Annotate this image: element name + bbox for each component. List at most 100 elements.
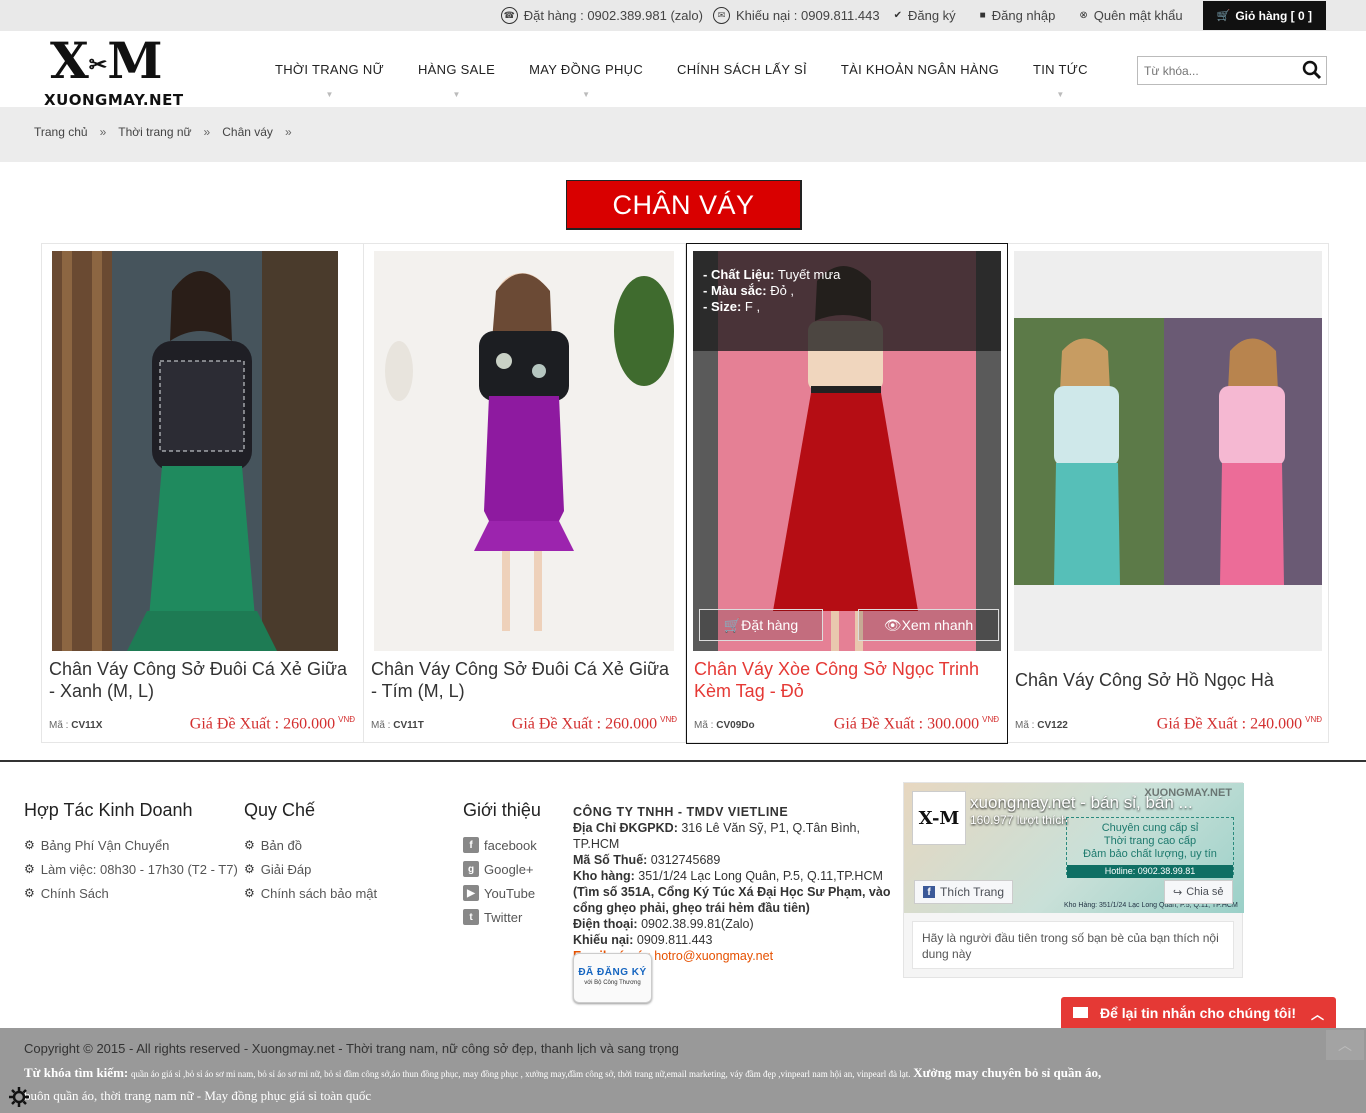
product-code: Mã : CV122: [1015, 720, 1068, 731]
facebook-page-logo[interactable]: X-M: [912, 791, 966, 845]
cart-button[interactable]: 🛒 Giỏ hàng [ 0 ]: [1202, 1, 1326, 30]
register-text: Đăng ký: [907, 8, 956, 23]
color-line: - Màu sắc: Đỏ ,: [703, 283, 795, 298]
search-icon[interactable]: [1302, 60, 1322, 80]
breadcrumb-separator: »: [99, 125, 107, 139]
product-name[interactable]: Chân Váy Công Sở Hồ Ngọc Hà: [1015, 669, 1323, 691]
search-keywords: Từ khóa tìm kiếm: quần áo giá sỉ ,bỏ sỉ …: [24, 1065, 1102, 1103]
chevron-down-icon: ▼: [325, 90, 334, 99]
nav-item-women-fashion[interactable]: THỜI TRANG NỮ ▼: [258, 31, 401, 107]
company-address: Địa Chỉ ĐKGPKD: 316 Lê Văn Sỹ, P1, Q.Tân…: [573, 821, 860, 851]
company-complaint: Khiếu nại: 0909.811.443: [573, 933, 713, 947]
google-plus-link[interactable]: g Google+: [463, 857, 541, 881]
chevron-up-icon: ︿: [1310, 1007, 1324, 1022]
page-title: CHÂN VÁY: [566, 180, 802, 230]
gear-icon: ⚙: [244, 862, 255, 876]
footer-link[interactable]: ⚙ Chính sách bảo mật: [244, 881, 377, 905]
product-card[interactable]: Chân Váy Công Sở Hồ Ngọc Hà Mã : CV122 G…: [1008, 244, 1330, 742]
product-card[interactable]: Chân Váy Công Sở Đuôi Cá Xẻ Giữa - Xanh …: [42, 244, 364, 742]
gear-icon: ⚙: [24, 862, 35, 876]
product-price: Giá Đề Xuất : 240.000 VNĐ: [1156, 715, 1322, 733]
breadcrumb-bar: Trang chủ » Thời trang nữ » Chân váy »: [0, 107, 1366, 162]
footer-col-social: Giới thiệu f facebook g Google+ ▶ YouTube t…: [463, 800, 541, 929]
product-image[interactable]: [52, 251, 338, 651]
nav-item-news[interactable]: TIN TỨC ▼: [1016, 31, 1105, 107]
footer-divider: [0, 760, 1366, 762]
register-link[interactable]: ✔ Đăng ký: [894, 8, 956, 23]
footer-col-business: Hợp Tác Kinh Doanh ⚙ Bảng Phí Vận Chuyển …: [24, 800, 238, 905]
login-link[interactable]: ■ Đăng nhập: [980, 8, 1056, 23]
twitter-icon: t: [463, 909, 479, 925]
cart-icon: 🛒: [1216, 10, 1231, 22]
breadcrumb-current[interactable]: Chân váy: [222, 125, 273, 139]
product-image[interactable]: [374, 251, 674, 651]
share-icon: ↪: [1173, 886, 1183, 899]
facebook-friends-message: Hãy là người đầu tiên trong số bạn bè củ…: [912, 921, 1234, 969]
complaint-phone-link[interactable]: ✉ Khiếu nại : 0909.811.443: [712, 7, 880, 24]
gear-icon: ⚙: [24, 886, 35, 900]
quick-view-button[interactable]: 👁 Xem nhanh: [858, 609, 999, 641]
product-code: Mã : CV11X: [49, 720, 103, 731]
gear-icon: ⚙: [24, 838, 35, 852]
ministry-registered-badge[interactable]: ĐÃ ĐĂNG KÝ với Bộ Công Thương: [573, 953, 652, 1003]
eye-icon: 👁: [883, 616, 902, 633]
youtube-link[interactable]: ▶ YouTube: [463, 881, 541, 905]
product-code: Mã : CV09Do: [694, 720, 755, 731]
facebook-page-name[interactable]: xuongmay.net - bán sỉ, bán ...: [970, 793, 1230, 813]
facebook-share-button[interactable]: ↪ Chia sẻ: [1164, 880, 1233, 904]
product-name[interactable]: Chân Váy Công Sở Đuôi Cá Xẻ Giữa - Tím (…: [371, 658, 679, 702]
gear-icon: ⚙: [244, 838, 255, 852]
facebook-like-page-button[interactable]: f Thích Trang: [914, 880, 1014, 904]
product-grid: Chân Váy Công Sở Đuôi Cá Xẻ Giữa - Xanh …: [41, 243, 1330, 744]
footer-col-rules: Quy Chế ⚙ Bản đồ ⚙ Giải Đáp ⚙ Chính sách bả…: [244, 800, 377, 905]
product-card-hover[interactable]: - Chất Liệu: Tuyết mưa - Màu sắc: Đỏ , -…: [686, 243, 1008, 744]
mail-icon: ✉: [712, 7, 730, 24]
google-plus-icon: g: [463, 861, 479, 877]
header: X✂M XUONGMAY.NET THỜI TRANG NỮ ▼ HÀNG SAL…: [0, 31, 1366, 110]
product-price: Giá Đề Xuất : 260.000 VNĐ: [511, 715, 677, 733]
chevron-down-icon: ▼: [452, 90, 461, 99]
facebook-like-count: 160.977 lượt thích: [970, 813, 1068, 827]
breadcrumb-separator: »: [284, 125, 292, 139]
product-quick-info: - Chất Liệu: Tuyết mưa - Màu sắc: Đỏ , -…: [693, 251, 1001, 351]
product-image[interactable]: [1014, 251, 1322, 651]
nav-item-wholesale-policy[interactable]: CHÍNH SÁCH LẤY SỈ: [660, 31, 824, 107]
complaint-phone-text: Khiếu nại : 0909.811.443: [735, 8, 880, 23]
twitter-link[interactable]: t Twitter: [463, 905, 541, 929]
product-name[interactable]: Chân Váy Công Sở Đuôi Cá Xẻ Giữa - Xanh …: [49, 658, 357, 702]
nav-item-bank-account[interactable]: TÀI KHOẢN NGÂN HÀNG: [824, 31, 1016, 107]
facebook-cover-ad: Chuyên cung cấp sỉ Thời trang cao cấp Đả…: [1066, 817, 1234, 878]
nav-item-sale[interactable]: HÀNG SALE ▼: [401, 31, 512, 107]
product-card[interactable]: Chân Váy Công Sở Đuôi Cá Xẻ Giữa - Tím (…: [364, 244, 686, 742]
footer-link[interactable]: ⚙ Bản đồ: [244, 833, 377, 857]
top-bar: ☎ Đặt hàng : 0902.389.981 (zalo) ✉ Khiếu…: [0, 0, 1366, 31]
forgot-password-link[interactable]: ⊗ Quên mật khẩu: [1079, 8, 1182, 23]
breadcrumb-women[interactable]: Thời trang nữ: [118, 125, 191, 139]
facebook-link[interactable]: f facebook: [463, 833, 541, 857]
footer-link[interactable]: ⚙ Làm việc: 08h30 - 17h30 (T2 - T7): [24, 857, 238, 881]
order-phone-link[interactable]: ☎ Đặt hàng : 0902.389.981 (zalo): [500, 7, 703, 24]
footer-link[interactable]: ⚙ Bảng Phí Vận Chuyển: [24, 833, 238, 857]
product-actions: 🛒 Đặt hàng 👁 Xem nhanh: [699, 609, 999, 641]
scissors-icon: ✂: [88, 52, 107, 78]
leave-message-button[interactable]: Để lại tin nhắn cho chúng tôi! ︿: [1061, 997, 1336, 1028]
search-input[interactable]: [1138, 57, 1298, 84]
size-line: - Size: F ,: [703, 299, 761, 314]
youtube-icon: ▶: [463, 885, 479, 901]
settings-icon[interactable]: [8, 1086, 30, 1108]
product-name[interactable]: Chân Váy Xòe Công Sở Ngọc Trinh Kèm Tag …: [694, 658, 1002, 702]
company-directions: (Tìm số 351A, Cổng Ký Túc Xá Đại Học Sư …: [573, 885, 891, 915]
product-image[interactable]: - Chất Liệu: Tuyết mưa - Màu sắc: Đỏ , -…: [693, 251, 1001, 651]
facebook-icon: f: [923, 886, 935, 898]
site-logo[interactable]: X✂M XUONGMAY.NET: [44, 36, 184, 110]
footer-link[interactable]: ⚙ Giải Đáp: [244, 857, 377, 881]
nav-item-uniform[interactable]: MAY ĐỒNG PHỤC ▼: [512, 31, 660, 107]
scroll-top-button[interactable]: ︿: [1326, 1030, 1364, 1060]
envelope-icon: [1073, 1007, 1088, 1018]
check-icon: ✔: [893, 10, 902, 21]
order-button[interactable]: 🛒 Đặt hàng: [699, 609, 823, 641]
footer-link[interactable]: ⚙ Chính Sách: [24, 881, 238, 905]
gear-icon: ⚙: [244, 886, 255, 900]
breadcrumb-home[interactable]: Trang chủ: [34, 125, 88, 139]
company-name: CÔNG TY TNHH - TMDV VIETLINE: [573, 805, 789, 819]
